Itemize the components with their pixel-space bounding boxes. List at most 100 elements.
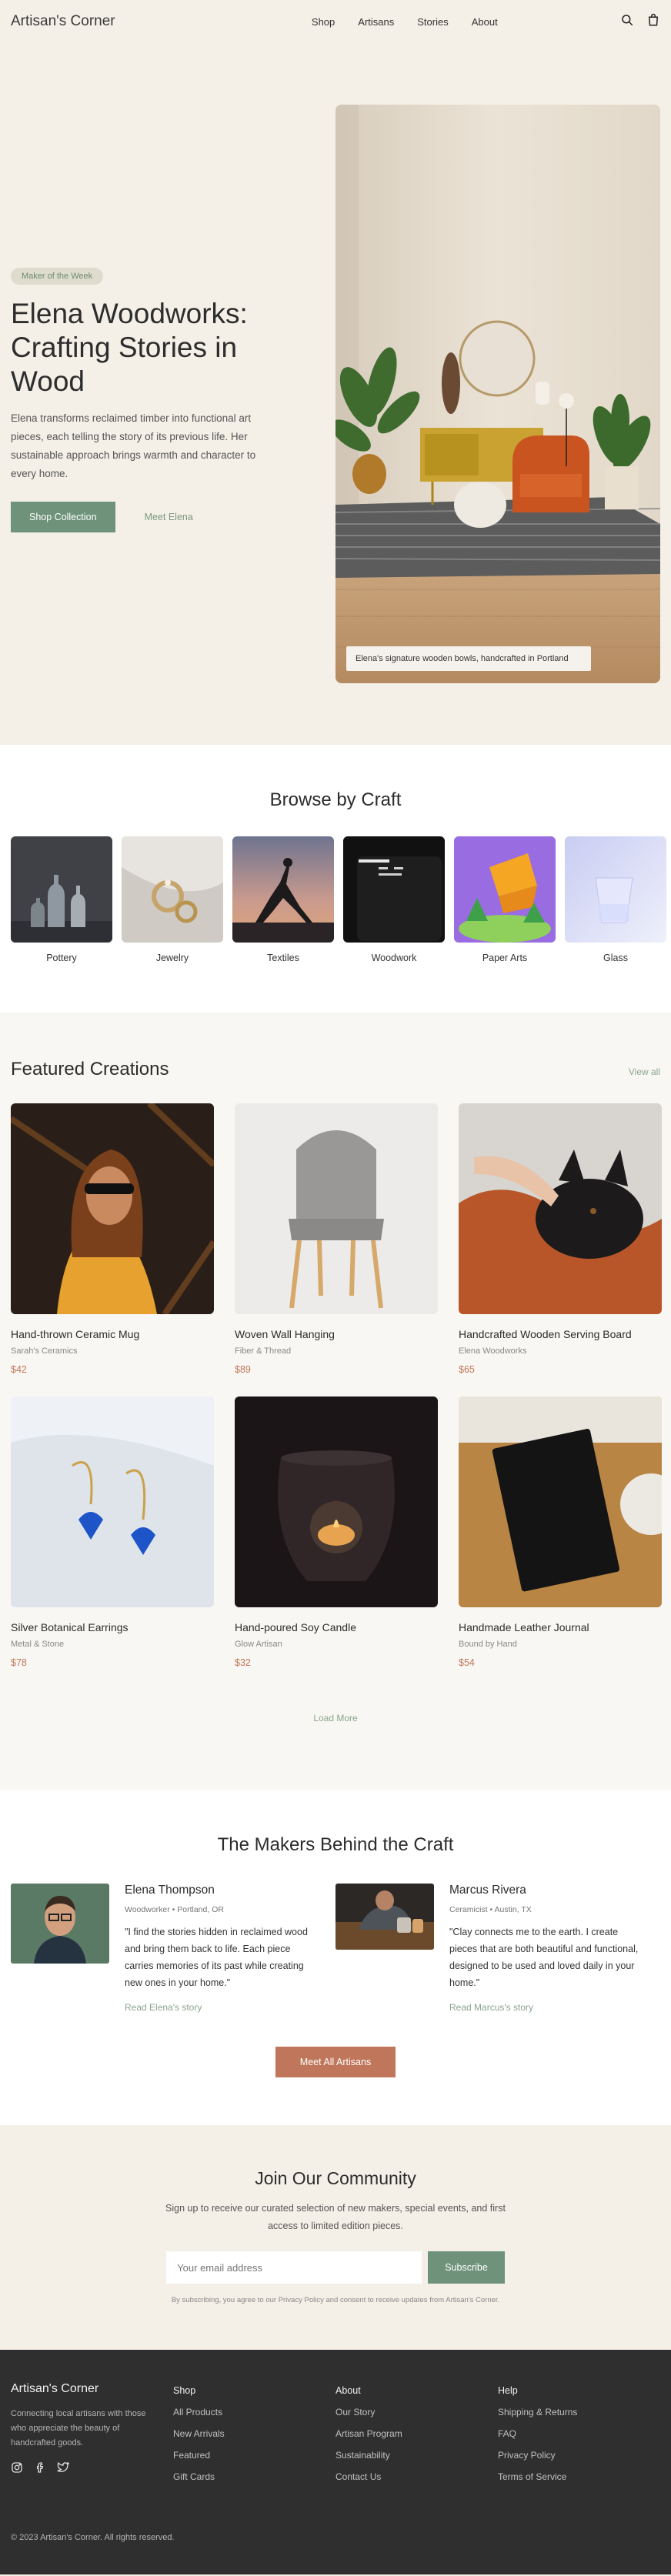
facebook-icon[interactable] bbox=[34, 2461, 46, 2478]
product-price: $42 bbox=[11, 1364, 27, 1375]
maker-badge: Maker of the Week bbox=[11, 268, 104, 285]
maker-avatar bbox=[11, 1884, 109, 1964]
community-description: Sign up to receive our curated selection… bbox=[165, 2203, 506, 2231]
makers-section: The Makers Behind the Craft Elena Thomps… bbox=[0, 1790, 671, 2125]
featured-title: Featured Creations bbox=[11, 1059, 169, 1079]
footer-link[interactable]: FAQ bbox=[498, 2428, 660, 2439]
craft-list: Pottery Jewelry Textiles Woodwork Paper … bbox=[0, 836, 671, 963]
craft-label: Pottery bbox=[46, 953, 77, 963]
footer-link[interactable]: Our Story bbox=[336, 2407, 498, 2418]
twitter-icon[interactable] bbox=[57, 2461, 70, 2478]
footer-link[interactable]: Sustainability bbox=[336, 2450, 498, 2461]
product-card[interactable]: Handcrafted Wooden Serving Board Elena W… bbox=[459, 1103, 662, 1375]
product-image bbox=[459, 1103, 662, 1314]
product-price: $65 bbox=[459, 1364, 475, 1375]
footer-link[interactable]: Contact Us bbox=[336, 2471, 498, 2482]
product-maker: Metal & Stone bbox=[11, 1640, 65, 1649]
product-card[interactable]: Woven Wall Hanging Fiber & Thread $89 bbox=[235, 1103, 438, 1375]
footer-heading: About bbox=[336, 2385, 361, 2396]
footer-link[interactable]: Shipping & Returns bbox=[498, 2407, 660, 2418]
product-image bbox=[235, 1103, 438, 1314]
nav-artisans[interactable]: Artisans bbox=[358, 16, 394, 28]
load-more-button[interactable]: Load More bbox=[0, 1713, 671, 1723]
footer-logo[interactable]: Artisan's Corner bbox=[11, 2382, 173, 2396]
makers-title: The Makers Behind the Craft bbox=[217, 1834, 454, 1855]
shopping-bag-icon[interactable] bbox=[646, 13, 660, 31]
meet-all-artisans-button[interactable]: Meet All Artisans bbox=[275, 2047, 396, 2077]
nav-stories[interactable]: Stories bbox=[417, 16, 448, 28]
footer-link[interactable]: Featured bbox=[173, 2450, 336, 2461]
read-story-link[interactable]: Read Elena's story bbox=[125, 2002, 317, 2013]
hero-caption: Elena's signature wooden bowls, handcraf… bbox=[346, 646, 591, 671]
product-card[interactable]: Silver Botanical Earrings Metal & Stone … bbox=[11, 1396, 214, 1668]
email-input[interactable] bbox=[166, 2251, 422, 2284]
footer-link[interactable]: Artisan Program bbox=[336, 2428, 498, 2439]
search-icon[interactable] bbox=[620, 13, 634, 31]
product-card[interactable]: Hand-thrown Ceramic Mug Sarah's Ceramics… bbox=[11, 1103, 214, 1375]
product-name[interactable]: Silver Botanical Earrings bbox=[11, 1621, 214, 1633]
hero-description: Elena transforms reclaimed timber into f… bbox=[11, 412, 256, 479]
nav-shop[interactable]: Shop bbox=[312, 16, 335, 28]
site-header: Artisan's Corner Shop Artisans Stories A… bbox=[0, 0, 671, 43]
product-grid: Hand-thrown Ceramic Mug Sarah's Ceramics… bbox=[0, 1103, 671, 1668]
product-image bbox=[459, 1396, 662, 1607]
read-story-link[interactable]: Read Marcus's story bbox=[449, 2002, 642, 2013]
craft-glass[interactable]: Glass bbox=[565, 836, 666, 963]
footer-about: Connecting local artisans with those who… bbox=[11, 2409, 146, 2448]
browse-section: Browse by Craft Pottery Jewelry Textiles bbox=[0, 745, 671, 1013]
craft-image bbox=[122, 836, 223, 943]
product-name[interactable]: Hand-thrown Ceramic Mug bbox=[11, 1328, 214, 1340]
copyright: © 2023 Artisan's Corner. All rights rese… bbox=[11, 2533, 175, 2542]
product-card[interactable]: Handmade Leather Journal Bound by Hand $… bbox=[459, 1396, 662, 1668]
product-image bbox=[235, 1396, 438, 1607]
footer-link[interactable]: Gift Cards bbox=[173, 2471, 336, 2482]
product-price: $78 bbox=[11, 1657, 27, 1668]
product-name[interactable]: Woven Wall Hanging bbox=[235, 1328, 438, 1340]
craft-paper-arts[interactable]: Paper Arts bbox=[454, 836, 556, 963]
product-price: $32 bbox=[235, 1657, 251, 1668]
craft-label: Paper Arts bbox=[482, 953, 528, 963]
shop-collection-button[interactable]: Shop Collection bbox=[11, 502, 115, 532]
product-name[interactable]: Hand-poured Soy Candle bbox=[235, 1621, 438, 1633]
maker-name: Marcus Rivera bbox=[449, 1884, 526, 1897]
view-all-link[interactable]: View all bbox=[629, 1066, 660, 1077]
browse-title: Browse by Craft bbox=[269, 789, 402, 810]
product-maker: Sarah's Ceramics bbox=[11, 1346, 78, 1356]
hero-section: Maker of the Week Elena Woodworks: Craft… bbox=[0, 43, 671, 745]
site-footer: Artisan's Corner Connecting local artisa… bbox=[0, 2350, 671, 2574]
community-section: Join Our Community Sign up to receive ou… bbox=[0, 2125, 671, 2350]
maker-card: Marcus Rivera Ceramicist • Austin, TX "C… bbox=[336, 1884, 660, 2013]
hero-title: Elena Woodworks: Crafting Stories in Woo… bbox=[11, 298, 248, 397]
product-card[interactable]: Hand-poured Soy Candle Glow Artisan $32 bbox=[235, 1396, 438, 1668]
footer-about-col: About Our Story Artisan Program Sustaina… bbox=[336, 2382, 498, 2482]
craft-jewelry[interactable]: Jewelry bbox=[122, 836, 223, 963]
product-name[interactable]: Handcrafted Wooden Serving Board bbox=[459, 1328, 662, 1340]
craft-textiles[interactable]: Textiles bbox=[232, 836, 334, 963]
maker-name: Elena Thompson bbox=[125, 1884, 215, 1897]
footer-link[interactable]: New Arrivals bbox=[173, 2428, 336, 2439]
craft-image bbox=[232, 836, 334, 943]
living-room-illustration bbox=[336, 105, 660, 683]
footer-heading: Help bbox=[498, 2385, 518, 2396]
site-logo[interactable]: Artisan's Corner bbox=[11, 13, 115, 30]
product-name[interactable]: Handmade Leather Journal bbox=[459, 1621, 662, 1633]
footer-brand-col: Artisan's Corner Connecting local artisa… bbox=[11, 2382, 173, 2482]
community-title: Join Our Community bbox=[255, 2168, 416, 2188]
maker-role: Ceramicist • Austin, TX bbox=[449, 1905, 532, 1914]
nav-about[interactable]: About bbox=[472, 16, 498, 28]
footer-link[interactable]: All Products bbox=[173, 2407, 336, 2418]
footer-link[interactable]: Terms of Service bbox=[498, 2471, 660, 2482]
craft-image bbox=[454, 836, 556, 943]
maker-quote: "I find the stories hidden in reclaimed … bbox=[125, 1927, 308, 1988]
subscribe-button[interactable]: Subscribe bbox=[428, 2251, 505, 2284]
product-price: $89 bbox=[235, 1364, 251, 1375]
instagram-icon[interactable] bbox=[11, 2461, 23, 2478]
craft-woodwork[interactable]: Woodwork bbox=[343, 836, 445, 963]
hero-image: Elena's signature wooden bowls, handcraf… bbox=[336, 105, 660, 683]
meet-elena-link[interactable]: Meet Elena bbox=[145, 512, 193, 522]
social-links bbox=[11, 2461, 173, 2478]
product-maker: Bound by Hand bbox=[459, 1640, 517, 1649]
craft-pottery[interactable]: Pottery bbox=[11, 836, 112, 963]
subscribe-form: Subscribe bbox=[0, 2251, 671, 2284]
footer-link[interactable]: Privacy Policy bbox=[498, 2450, 660, 2461]
